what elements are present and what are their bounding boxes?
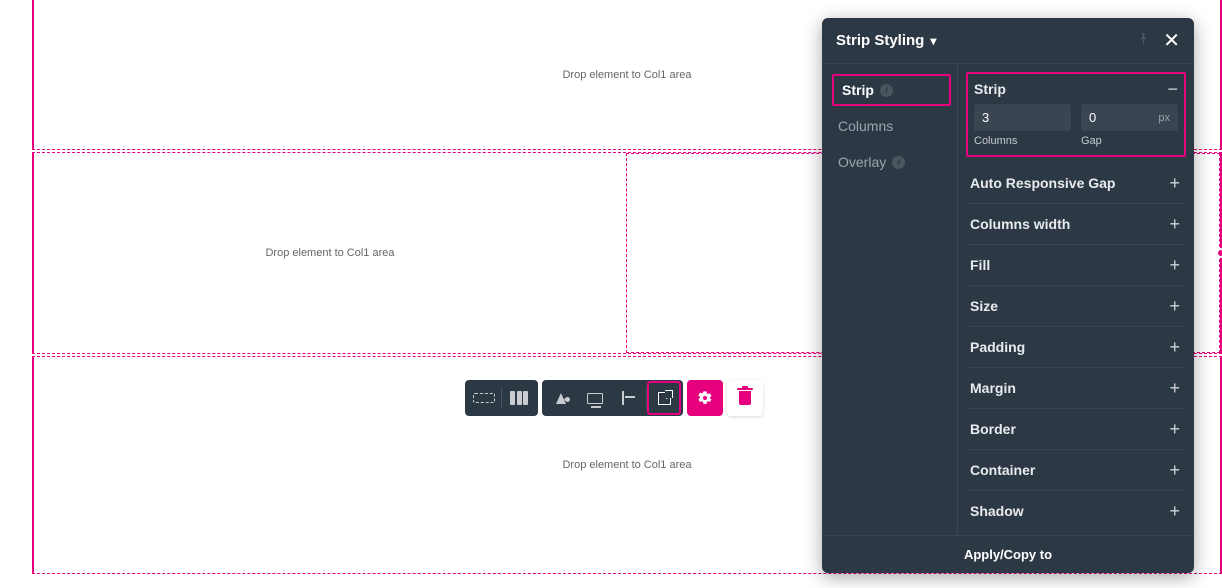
element-toolbar	[465, 380, 763, 416]
section-header[interactable]: Container +	[966, 450, 1186, 490]
expand-icon[interactable]: +	[1169, 420, 1180, 438]
expand-icon[interactable]: +	[1169, 297, 1180, 315]
expand-icon[interactable]: +	[1169, 256, 1180, 274]
section-title: Auto Responsive Gap	[970, 175, 1115, 191]
toolbar-align-button[interactable]	[612, 382, 646, 414]
section-title: Size	[970, 298, 998, 314]
expand-icon[interactable]: +	[1169, 461, 1180, 479]
dropzone-label: Drop element to Col1 area	[562, 69, 691, 81]
section-header[interactable]: Fill +	[966, 245, 1186, 285]
chevron-down-icon[interactable]: ▾	[930, 34, 936, 48]
fill-icon	[556, 393, 566, 404]
nav-label: Strip	[842, 82, 874, 98]
align-left-icon	[622, 391, 636, 405]
section-header[interactable]: Columns width +	[966, 204, 1186, 244]
dropzone-label: Drop element to Col1 area	[562, 459, 691, 471]
section-auto-responsive-gap: Auto Responsive Gap +	[966, 163, 1186, 204]
columns-icon	[510, 391, 528, 405]
columns-input[interactable]	[974, 104, 1071, 131]
section-container: Container +	[966, 450, 1186, 491]
section-header[interactable]: Shadow +	[966, 491, 1186, 531]
section-title: Container	[970, 462, 1035, 478]
field-label: Columns	[974, 135, 1071, 147]
toolbar-group-1	[465, 380, 538, 416]
section-title: Padding	[970, 339, 1025, 355]
nav-label: Overlay	[838, 154, 886, 170]
expand-icon[interactable]: +	[1169, 379, 1180, 397]
toolbar-group-2	[542, 380, 683, 416]
close-icon[interactable]: ✕	[1163, 28, 1180, 53]
section-header-strip[interactable]: Strip −	[968, 74, 1184, 100]
toolbar-strip-outline-button[interactable]	[467, 382, 501, 414]
section-title: Fill	[970, 257, 990, 273]
strip-outline-icon	[473, 393, 495, 403]
trash-icon	[739, 391, 751, 405]
toolbar-fill-button[interactable]	[544, 382, 578, 414]
section-header[interactable]: Size +	[966, 286, 1186, 326]
toolbar-screen-button[interactable]	[578, 382, 612, 414]
resize-handle-right[interactable]	[1216, 248, 1222, 258]
field-gap: px Gap	[1081, 104, 1178, 147]
panel-title: Strip Styling	[836, 32, 924, 49]
footer-label: Apply/Copy to	[964, 547, 1052, 562]
pin-icon[interactable]	[1136, 31, 1151, 50]
gear-icon	[697, 390, 713, 406]
toolbar-open-external-button[interactable]	[647, 381, 681, 415]
gap-unit: px	[1158, 112, 1170, 124]
strip-styling-panel: Strip Styling ▾ ✕ Strip i Columns Overla…	[822, 18, 1194, 573]
field-label: Gap	[1081, 135, 1178, 147]
nav-label: Columns	[838, 118, 893, 134]
info-icon[interactable]: i	[892, 156, 905, 169]
expand-icon[interactable]: +	[1169, 174, 1180, 192]
section-header[interactable]: Margin +	[966, 368, 1186, 408]
section-title: Border	[970, 421, 1016, 437]
section-strip: Strip − Columns px	[966, 72, 1186, 157]
nav-item-overlay[interactable]: Overlay i	[828, 146, 957, 178]
panel-header: Strip Styling ▾ ✕	[822, 18, 1194, 63]
section-margin: Margin +	[966, 368, 1186, 409]
strip2-col1[interactable]: Drop element to Col1 area	[34, 153, 626, 353]
expand-icon[interactable]: +	[1169, 502, 1180, 520]
section-title: Strip	[974, 81, 1006, 97]
section-title: Margin	[970, 380, 1016, 396]
screen-icon	[587, 393, 603, 404]
external-link-icon	[658, 392, 671, 405]
toolbar-delete-button[interactable]	[727, 380, 763, 416]
section-header[interactable]: Border +	[966, 409, 1186, 449]
collapse-icon[interactable]: −	[1167, 80, 1178, 98]
nav-item-strip[interactable]: Strip i	[832, 74, 951, 106]
section-title: Shadow	[970, 503, 1024, 519]
section-padding: Padding +	[966, 327, 1186, 368]
panel-sections: Strip − Columns px	[958, 64, 1194, 535]
section-border: Border +	[966, 409, 1186, 450]
section-title: Columns width	[970, 216, 1070, 232]
nav-item-columns[interactable]: Columns	[828, 110, 957, 142]
section-columns-width: Columns width +	[966, 204, 1186, 245]
apply-copy-to-button[interactable]: Apply/Copy to	[822, 535, 1194, 573]
section-shadow: Shadow +	[966, 491, 1186, 531]
section-fill: Fill +	[966, 245, 1186, 286]
info-icon[interactable]: i	[880, 84, 893, 97]
expand-icon[interactable]: +	[1169, 338, 1180, 356]
panel-nav: Strip i Columns Overlay i	[822, 64, 958, 535]
expand-icon[interactable]: +	[1169, 215, 1180, 233]
toolbar-columns-button[interactable]	[502, 382, 536, 414]
field-columns: Columns	[974, 104, 1071, 147]
dropzone-label: Drop element to Col1 area	[265, 247, 394, 259]
section-header[interactable]: Auto Responsive Gap +	[966, 163, 1186, 203]
section-header[interactable]: Padding +	[966, 327, 1186, 367]
toolbar-settings-button[interactable]	[687, 380, 723, 416]
section-size: Size +	[966, 286, 1186, 327]
